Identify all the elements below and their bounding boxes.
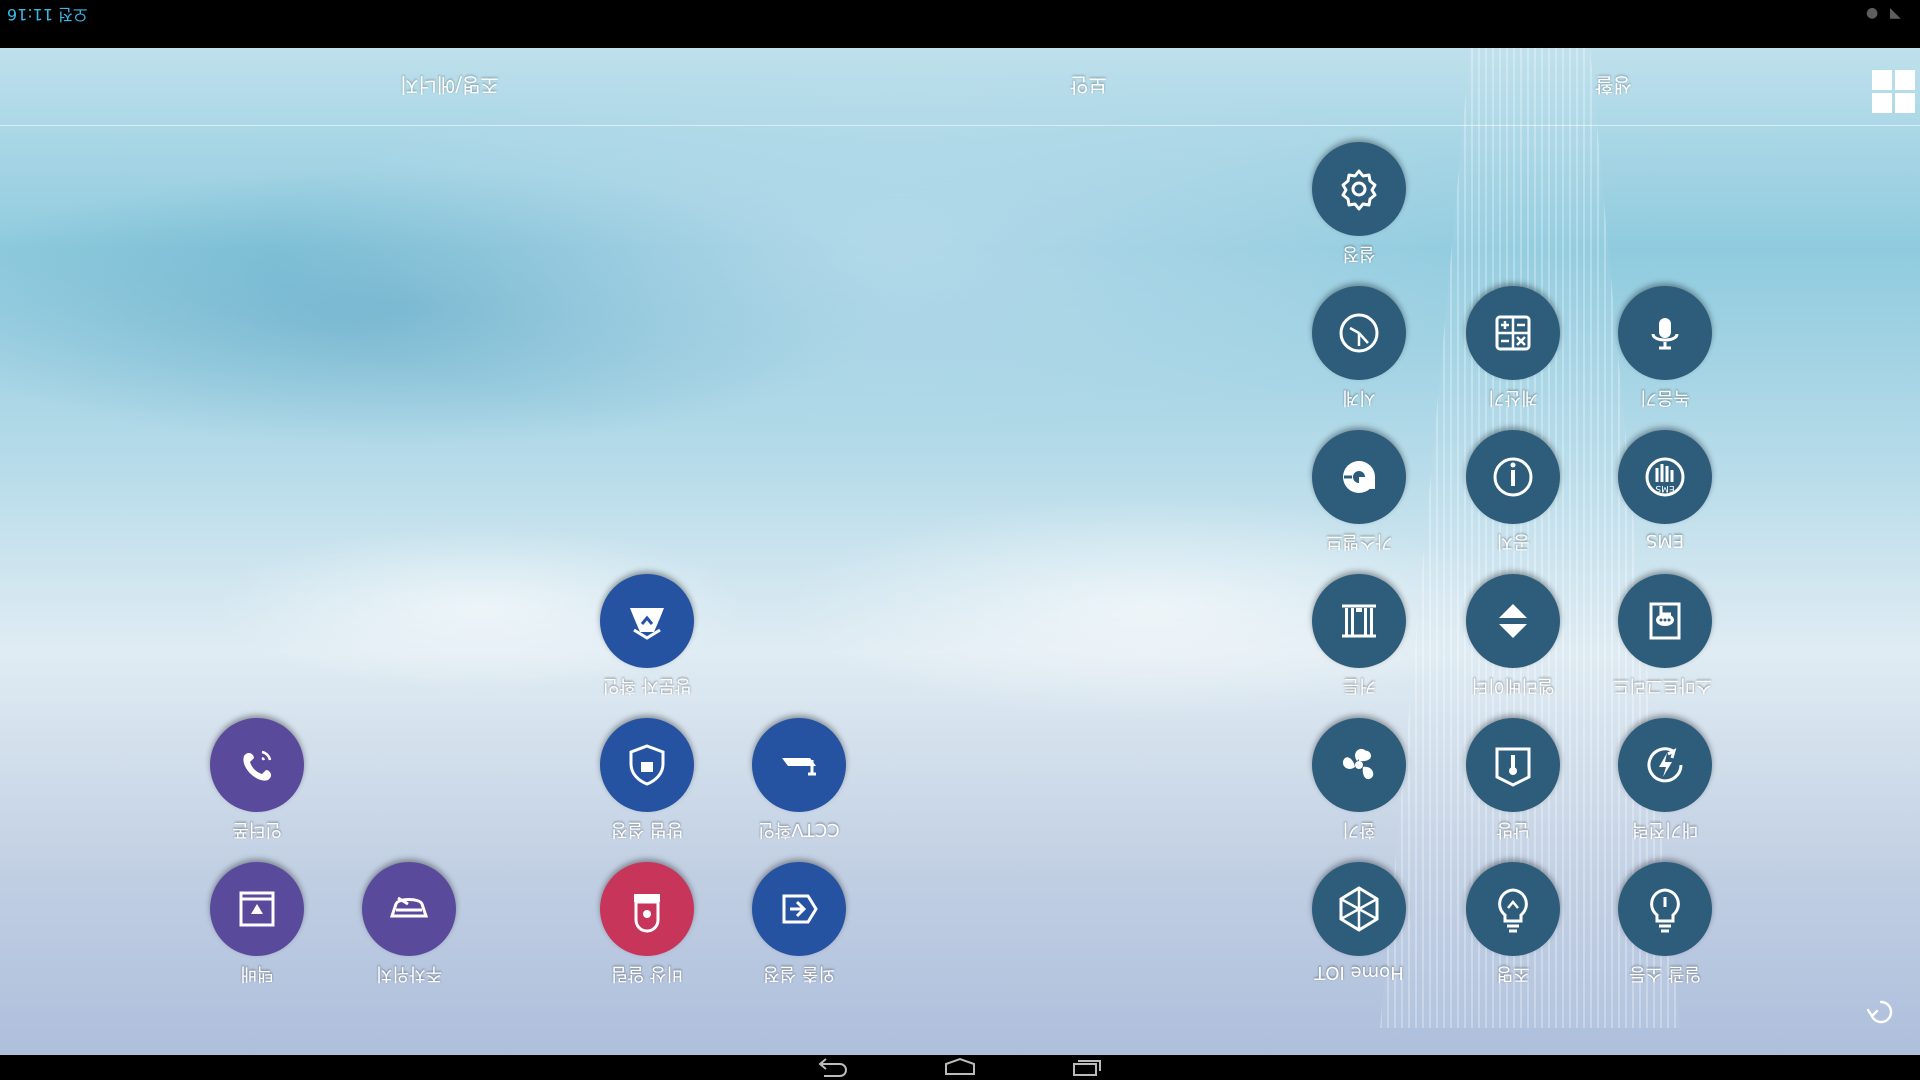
app-label: 엘리베이터 [1471, 675, 1555, 696]
exclamation-icon [1466, 430, 1560, 524]
app-elevator[interactable]: 엘리베이터 [1466, 574, 1560, 700]
app-label: 가스밸브 [1325, 531, 1393, 552]
app-delivery[interactable]: 택배 [210, 862, 304, 988]
app-label: 난방 [1496, 819, 1530, 840]
app-label: 대기전력 [1631, 819, 1699, 840]
recent-apps-icon[interactable] [1066, 1056, 1106, 1078]
app-curtain[interactable]: 커튼 [1312, 574, 1406, 700]
app-home-iot[interactable]: Home IOT [1312, 862, 1406, 983]
lightning-cycle-icon [1618, 718, 1712, 812]
app-cctv[interactable]: CCTV확인 [752, 718, 846, 844]
app-light-all-off[interactable]: 일괄 소등 [1618, 862, 1712, 988]
app-calculator[interactable]: 계산기 [1466, 286, 1560, 412]
refresh-icon[interactable] [1867, 998, 1895, 1026]
app-label: 조명 [1496, 963, 1530, 984]
curtain-icon [1312, 574, 1406, 668]
app-emergency[interactable]: 비상 알림 [600, 862, 694, 988]
app-label: 시계 [1342, 387, 1376, 408]
app-label: 설정 [1342, 243, 1376, 264]
microphone-icon [1618, 286, 1712, 380]
app-intercom[interactable]: 인터폰 [210, 718, 304, 844]
dock: 조명/에너지 보안 생활 [0, 48, 1920, 126]
app-label: 일괄 소등 [1629, 963, 1701, 984]
tab-security[interactable]: 보안 [1070, 72, 1107, 101]
hex-network-icon [1312, 862, 1406, 956]
app-smart-grid[interactable]: 스마트그리드 [1612, 574, 1712, 700]
fan-icon [1312, 718, 1406, 812]
app-visitor[interactable]: 방문자 확인 [600, 574, 694, 700]
elevator-icon [1466, 574, 1560, 668]
thermometer-icon [1466, 718, 1560, 812]
app-label: 비상 알림 [611, 963, 683, 984]
system-nav-bar [0, 1055, 1920, 1080]
app-parking[interactable]: 주차위치 [362, 862, 456, 988]
gear-icon [1312, 142, 1406, 236]
app-label: 주차위치 [375, 963, 443, 984]
app-label: 환기 [1342, 819, 1376, 840]
chat-doc-icon [1618, 574, 1712, 668]
phone-icon [210, 718, 304, 812]
app-label: Home IOT [1314, 962, 1404, 983]
app-label: 공지 [1496, 531, 1530, 552]
tab-living[interactable]: 생활 [1595, 72, 1632, 101]
app-ems[interactable]: EMS EMS [1618, 430, 1712, 551]
siren-icon [600, 862, 694, 956]
app-fan[interactable]: 환기 [1312, 718, 1406, 844]
calculator-icon [1466, 286, 1560, 380]
car-icon [362, 862, 456, 956]
app-label: 커튼 [1342, 675, 1376, 696]
app-settings[interactable]: 설정 [1312, 142, 1406, 268]
wifi-icon: ◣ [1890, 5, 1901, 21]
clock-time: 오전 11:16 [7, 5, 88, 24]
tab-lighting-energy[interactable]: 조명/에너지 [400, 72, 499, 101]
app-label: 외출 설정 [763, 963, 835, 984]
app-label: CCTV확인 [758, 819, 840, 840]
status-bar: ◣ ● 오전 11:16 [0, 0, 1920, 24]
android-icon: ● [1866, 5, 1879, 21]
app-label: 녹음기 [1640, 387, 1690, 408]
app-gas[interactable]: 가스밸브 [1312, 430, 1406, 556]
app-label: EMS [1645, 530, 1685, 551]
app-recorder[interactable]: 녹음기 [1618, 286, 1712, 412]
app-label: 택배 [240, 963, 274, 984]
app-label: 방범 설정 [611, 819, 683, 840]
app-label: 방문자 확인 [602, 675, 692, 696]
ems-icon: EMS [1618, 430, 1712, 524]
bulb-icon [1466, 862, 1560, 956]
app-outing[interactable]: 외출 설정 [752, 862, 846, 988]
visitor-icon [600, 574, 694, 668]
app-light[interactable]: 조명 [1466, 862, 1560, 988]
power-bulb-icon [1618, 862, 1712, 956]
back-icon[interactable] [812, 1056, 852, 1078]
home-icon[interactable] [940, 1056, 980, 1078]
app-clock[interactable]: 시계 [1312, 286, 1406, 412]
app-label: 계산기 [1488, 387, 1538, 408]
app-label: 인터폰 [232, 819, 282, 840]
exit-door-icon [752, 862, 846, 956]
app-security-set[interactable]: 방범 설정 [600, 718, 694, 844]
parcel-box-icon [210, 862, 304, 956]
app-grid-icon[interactable] [1872, 70, 1916, 114]
app-label: 스마트그리드 [1612, 675, 1712, 696]
svg-text:EMS: EMS [1655, 483, 1674, 493]
app-heating[interactable]: 난방 [1466, 718, 1560, 844]
cctv-icon [752, 718, 846, 812]
shield-icon [600, 718, 694, 812]
clock-icon [1312, 286, 1406, 380]
gas-valve-icon [1312, 430, 1406, 524]
app-standby-power[interactable]: 대기전력 [1618, 718, 1712, 844]
launcher-screen: 조명/에너지 보안 생활 일괄 소등 조명 Home IOT 외출 설정 비상 … [0, 48, 1920, 1055]
app-notice[interactable]: 공지 [1466, 430, 1560, 556]
